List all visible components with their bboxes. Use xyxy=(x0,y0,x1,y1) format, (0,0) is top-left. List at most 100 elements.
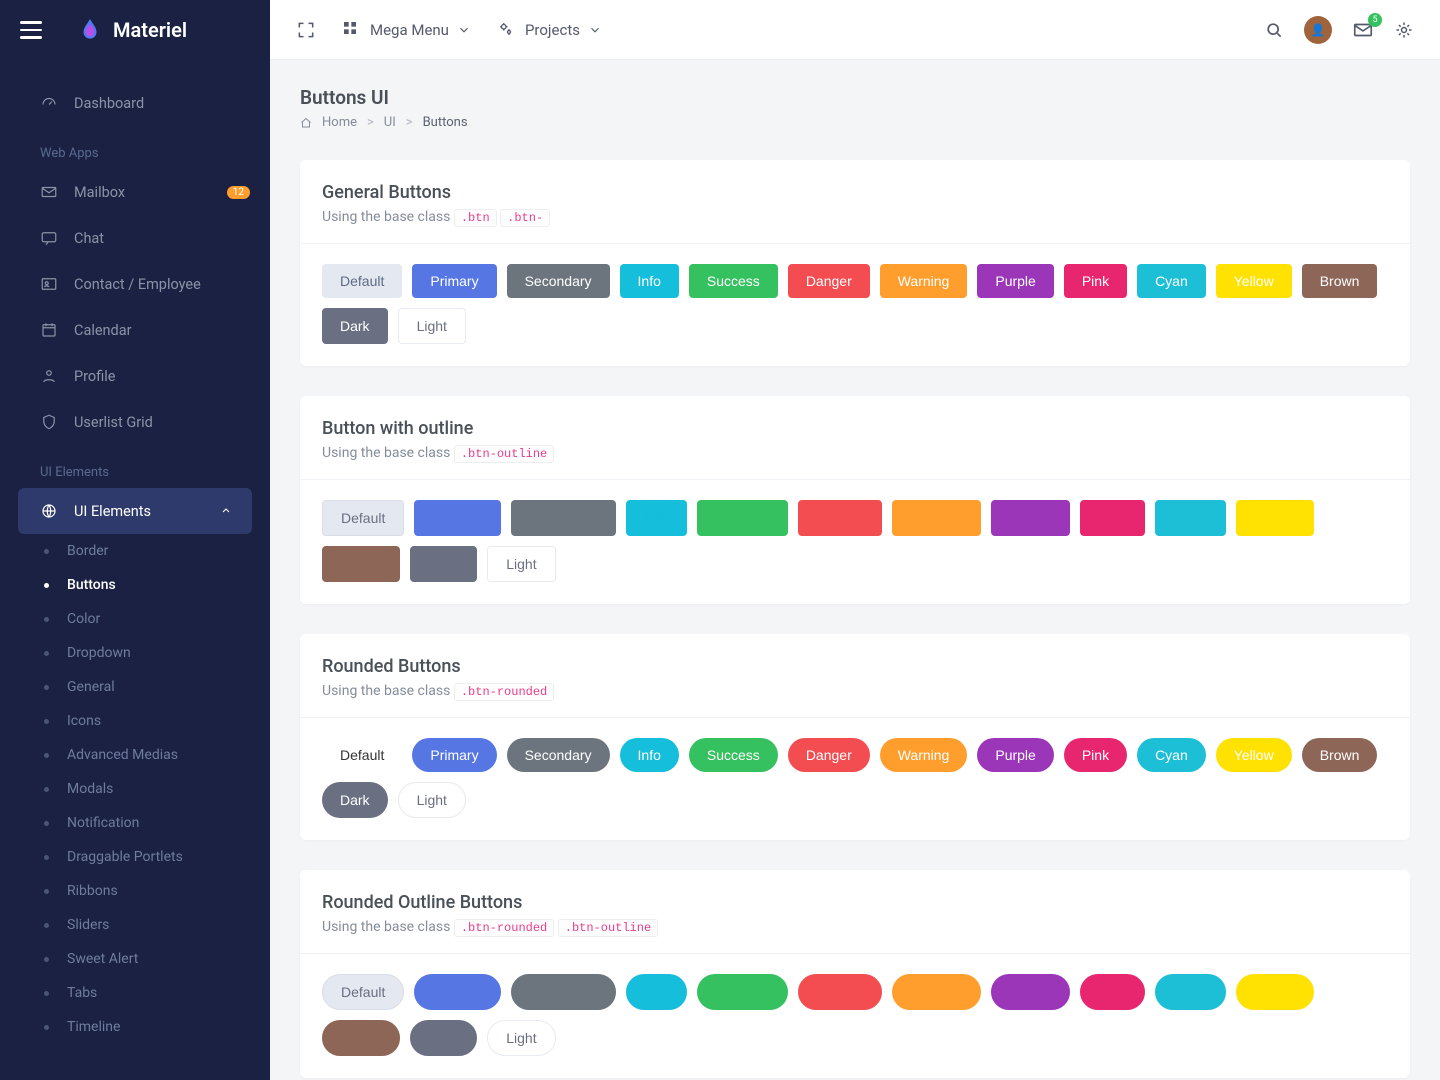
mail-button[interactable]: 5 xyxy=(1352,19,1374,41)
button-rounded-purple[interactable]: Purple xyxy=(977,738,1053,772)
button-yellow[interactable]: Yellow xyxy=(1216,264,1292,298)
sidebar-sub-tabs[interactable]: Tabs xyxy=(0,976,270,1010)
sidebar-item-profile[interactable]: Profile xyxy=(0,353,270,399)
gear-icon xyxy=(1394,20,1414,40)
button-warning[interactable]: Warning xyxy=(880,264,968,298)
sidebar-item-contact[interactable]: Contact / Employee xyxy=(0,261,270,307)
button-success[interactable]: Success xyxy=(689,264,778,298)
button-outline-warning[interactable]: Warning xyxy=(892,500,982,536)
button-rounded-outline-yellow[interactable]: Yellow xyxy=(1236,974,1314,1010)
button-rounded-outline-success[interactable]: Success xyxy=(697,974,788,1010)
button-rounded-warning[interactable]: Warning xyxy=(880,738,968,772)
hamburger-button[interactable] xyxy=(20,21,42,39)
speedometer-icon xyxy=(40,94,58,112)
button-outline-light[interactable]: Light xyxy=(487,546,555,582)
button-rounded-outline-danger[interactable]: Danger xyxy=(798,974,882,1010)
button-info[interactable]: Info xyxy=(620,264,679,298)
button-rounded-outline-light[interactable]: Light xyxy=(487,1020,555,1056)
button-default[interactable]: Default xyxy=(322,264,402,298)
button-rounded-outline-primary[interactable]: Primary xyxy=(414,974,500,1010)
section-header-webapps: Web Apps xyxy=(0,126,270,169)
sidebar-item-dashboard[interactable]: Dashboard xyxy=(0,80,270,126)
button-rounded-outline-info[interactable]: Info xyxy=(626,974,687,1010)
button-rounded-info[interactable]: Info xyxy=(620,738,679,772)
button-secondary[interactable]: Secondary xyxy=(507,264,610,298)
shield-icon xyxy=(40,413,58,431)
projects-button[interactable]: Projects xyxy=(497,20,602,40)
button-outline-secondary[interactable]: Secondary xyxy=(511,500,616,536)
button-rounded-light[interactable]: Light xyxy=(398,782,466,818)
sidebar-sub-draggable[interactable]: Draggable Portlets xyxy=(0,840,270,874)
button-outline-brown[interactable]: Brown xyxy=(322,546,400,582)
button-cyan[interactable]: Cyan xyxy=(1137,264,1206,298)
button-outline-default[interactable]: Default xyxy=(322,500,404,536)
button-primary[interactable]: Primary xyxy=(412,264,496,298)
button-rounded-outline-dark[interactable]: Dark xyxy=(410,1020,478,1056)
button-rounded-primary[interactable]: Primary xyxy=(412,738,496,772)
button-pink[interactable]: Pink xyxy=(1064,264,1127,298)
button-outline-primary[interactable]: Primary xyxy=(414,500,500,536)
sidebar-sub-timeline[interactable]: Timeline xyxy=(0,1010,270,1044)
button-outline-danger[interactable]: Danger xyxy=(798,500,882,536)
button-brown[interactable]: Brown xyxy=(1302,264,1378,298)
card-rounded-buttons: Rounded Buttons Using the base class .bt… xyxy=(300,634,1410,840)
button-rounded-outline-default[interactable]: Default xyxy=(322,974,404,1010)
sidebar-item-calendar[interactable]: Calendar xyxy=(0,307,270,353)
button-purple[interactable]: Purple xyxy=(977,264,1053,298)
sidebar-item-chat[interactable]: Chat xyxy=(0,215,270,261)
topbar: Mega Menu Projects 👤 5 xyxy=(270,0,1440,60)
sidebar-sub-adv-media[interactable]: Advanced Medias xyxy=(0,738,270,772)
button-light[interactable]: Light xyxy=(398,308,466,344)
button-outline-pink[interactable]: Pink xyxy=(1080,500,1145,536)
mega-menu-button[interactable]: Mega Menu xyxy=(342,20,471,40)
search-icon xyxy=(1264,20,1284,40)
button-dark[interactable]: Dark xyxy=(322,308,388,344)
gears-icon xyxy=(497,20,517,40)
breadcrumb-home[interactable]: Home xyxy=(322,115,357,130)
settings-button[interactable] xyxy=(1394,20,1414,40)
sidebar-item-userlist[interactable]: Userlist Grid xyxy=(0,399,270,445)
button-rounded-brown[interactable]: Brown xyxy=(1302,738,1378,772)
sidebar-sub-icons[interactable]: Icons xyxy=(0,704,270,738)
button-rounded-outline-cyan[interactable]: Cyan xyxy=(1155,974,1226,1010)
button-outline-yellow[interactable]: Yellow xyxy=(1236,500,1314,536)
id-card-icon xyxy=(40,275,58,293)
button-rounded-yellow[interactable]: Yellow xyxy=(1216,738,1292,772)
search-button[interactable] xyxy=(1264,20,1284,40)
button-danger[interactable]: Danger xyxy=(788,264,870,298)
sidebar-sub-ribbons[interactable]: Ribbons xyxy=(0,874,270,908)
sidebar-sub-border[interactable]: Border xyxy=(0,534,270,568)
breadcrumb-ui[interactable]: UI xyxy=(384,115,396,130)
sidebar-item-mailbox[interactable]: Mailbox 12 xyxy=(0,169,270,215)
sidebar-sub-modals[interactable]: Modals xyxy=(0,772,270,806)
sidebar-item-ui-elements[interactable]: UI Elements xyxy=(18,488,252,534)
button-rounded-default[interactable]: Default xyxy=(322,738,402,772)
button-outline-dark[interactable]: Dark xyxy=(410,546,478,582)
sidebar-sub-buttons[interactable]: Buttons xyxy=(0,568,270,602)
button-rounded-danger[interactable]: Danger xyxy=(788,738,870,772)
button-outline-success[interactable]: Success xyxy=(697,500,788,536)
button-rounded-outline-purple[interactable]: Purple xyxy=(991,974,1069,1010)
section-header-ui-elements: UI Elements xyxy=(0,445,270,488)
button-outline-purple[interactable]: Purple xyxy=(991,500,1069,536)
button-rounded-dark[interactable]: Dark xyxy=(322,782,388,818)
button-rounded-secondary[interactable]: Secondary xyxy=(507,738,610,772)
button-rounded-outline-warning[interactable]: Warning xyxy=(892,974,982,1010)
sidebar-sub-color[interactable]: Color xyxy=(0,602,270,636)
sidebar-sub-sliders[interactable]: Sliders xyxy=(0,908,270,942)
fullscreen-button[interactable] xyxy=(296,20,316,40)
sidebar-sub-sweet-alert[interactable]: Sweet Alert xyxy=(0,942,270,976)
button-rounded-cyan[interactable]: Cyan xyxy=(1137,738,1206,772)
button-rounded-pink[interactable]: Pink xyxy=(1064,738,1127,772)
button-outline-cyan[interactable]: Cyan xyxy=(1155,500,1226,536)
button-rounded-outline-secondary[interactable]: Secondary xyxy=(511,974,616,1010)
avatar[interactable]: 👤 xyxy=(1304,16,1332,44)
logo[interactable]: Materiel xyxy=(77,17,187,43)
button-outline-info[interactable]: Info xyxy=(626,500,687,536)
button-rounded-outline-pink[interactable]: Pink xyxy=(1080,974,1145,1010)
sidebar-sub-dropdown[interactable]: Dropdown xyxy=(0,636,270,670)
button-rounded-success[interactable]: Success xyxy=(689,738,778,772)
sidebar-sub-notification[interactable]: Notification xyxy=(0,806,270,840)
sidebar-sub-general[interactable]: General xyxy=(0,670,270,704)
button-rounded-outline-brown[interactable]: Brown xyxy=(322,1020,400,1056)
